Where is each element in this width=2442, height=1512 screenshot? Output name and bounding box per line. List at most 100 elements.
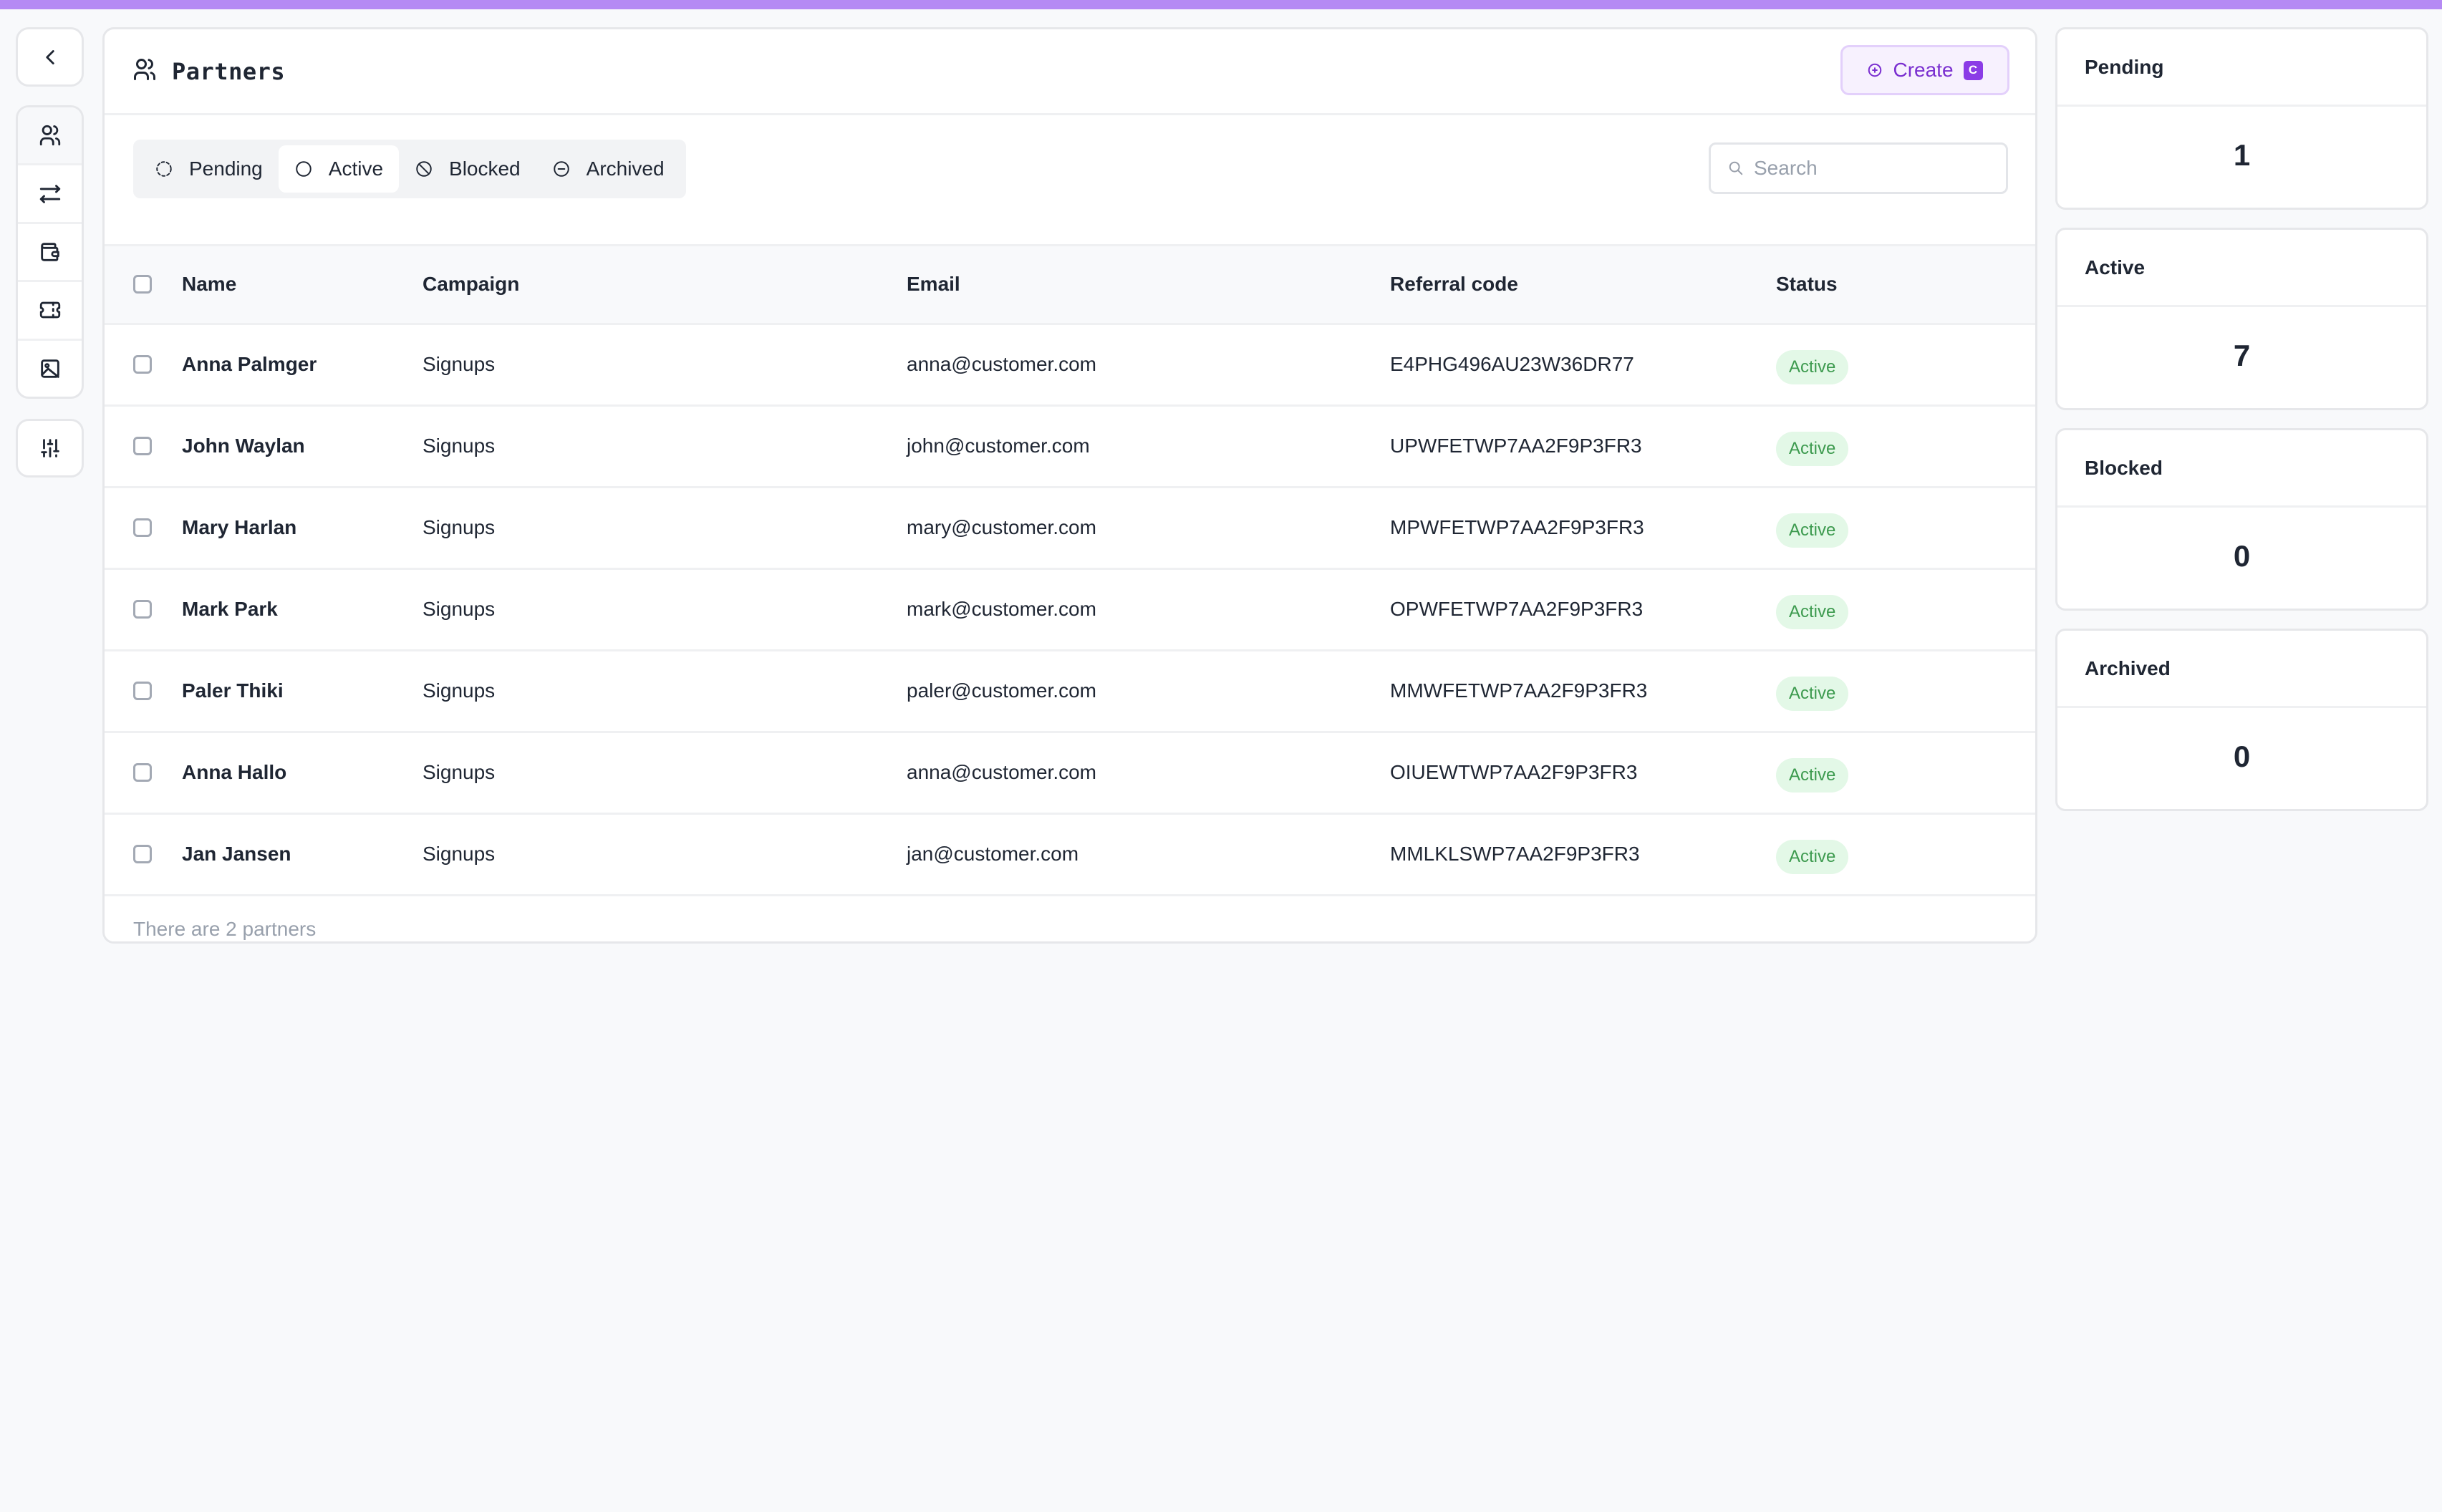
checkbox-cell	[105, 324, 182, 405]
status-badge: Active	[1776, 758, 1849, 793]
create-button-label: Create	[1893, 59, 1954, 81]
partner-campaign: Signups	[423, 679, 496, 702]
collapse-sidebar-button[interactable]	[16, 27, 84, 87]
table-header-row: Name Campaign Email Referral code Status	[105, 246, 2035, 324]
status-cell: Active	[1776, 568, 2035, 650]
partner-campaign: Signups	[423, 353, 496, 375]
partner-referral-code: E4PHG496AU23W36DR77	[1390, 353, 1634, 375]
partner-campaign: Signups	[423, 843, 496, 865]
column-header-campaign[interactable]: Campaign	[423, 246, 907, 324]
partner-email: anna@customer.com	[907, 761, 1096, 783]
ban-icon	[416, 161, 432, 177]
row-checkbox[interactable]	[133, 437, 152, 455]
row-checkbox[interactable]	[133, 355, 152, 374]
tab-archived[interactable]: Archived	[536, 145, 680, 193]
column-header-email[interactable]: Email	[907, 246, 1390, 324]
sidebar-settings-button[interactable]	[16, 419, 84, 478]
status-badge: Active	[1776, 677, 1849, 711]
toolbar: Pending Active Blocked Archived	[105, 115, 2035, 246]
column-header-name[interactable]: Name	[182, 246, 423, 324]
sidebar-nav	[16, 105, 84, 399]
partner-campaign: Signups	[423, 761, 496, 783]
partner-referral-code: MMLKLSWP7AA2F9P3FR3	[1390, 843, 1640, 865]
stat-value: 7	[2233, 339, 2251, 372]
sidebar-item-coupons[interactable]	[18, 282, 82, 341]
stat-card-blocked: Blocked 0	[2055, 428, 2428, 611]
partner-email: mary@customer.com	[907, 516, 1096, 538]
sidebar-item-wallet[interactable]	[18, 224, 82, 283]
select-all-checkbox[interactable]	[133, 275, 152, 294]
status-badge: Active	[1776, 432, 1849, 466]
partner-name: Paler Thiki	[182, 679, 284, 702]
partner-campaign: Signups	[423, 598, 496, 620]
table-row[interactable]: Mary Harlan Signups mary@customer.com MPWFE…	[105, 487, 2035, 568]
partner-name: Jan Jansen	[182, 843, 291, 865]
sidebar-item-assets[interactable]	[18, 341, 82, 397]
table-row[interactable]: John Waylan Signups john@customer.com UPWFE…	[105, 405, 2035, 487]
row-checkbox[interactable]	[133, 763, 152, 782]
tab-label: Pending	[189, 158, 263, 180]
checkbox-cell	[105, 650, 182, 732]
partner-referral-code: OPWFETWP7AA2F9P3FR3	[1390, 598, 1644, 620]
tab-active[interactable]: Active	[278, 145, 400, 193]
table-row[interactable]: Paler Thiki Signups paler@customer.com MMWF…	[105, 650, 2035, 732]
partners-table: Name Campaign Email Referral code Status…	[105, 246, 2035, 896]
tab-label: Active	[328, 158, 384, 180]
partner-email: mark@customer.com	[907, 598, 1096, 620]
stat-value: 0	[2233, 740, 2251, 773]
search-input[interactable]	[1754, 157, 1990, 180]
sidebar-item-partners[interactable]	[18, 107, 82, 166]
tab-pending[interactable]: Pending	[139, 145, 279, 193]
users-icon	[39, 125, 60, 146]
status-cell: Active	[1776, 487, 2035, 568]
row-checkbox[interactable]	[133, 600, 152, 619]
tab-blocked[interactable]: Blocked	[399, 145, 536, 193]
row-checkbox[interactable]	[133, 682, 152, 700]
stat-label: Blocked	[2057, 430, 2426, 508]
table-row[interactable]: Anna Palmger Signups anna@customer.com E4PH…	[105, 324, 2035, 405]
plus-circle-icon	[1868, 63, 1882, 77]
partner-name: Anna Hallo	[182, 761, 287, 783]
checkbox-cell	[105, 487, 182, 568]
row-checkbox[interactable]	[133, 518, 152, 537]
stat-label: Archived	[2057, 631, 2426, 708]
status-cell: Active	[1776, 813, 2035, 895]
partner-campaign: Signups	[423, 516, 496, 538]
tab-label: Blocked	[449, 158, 521, 180]
search-field[interactable]	[1709, 142, 2008, 194]
stat-value: 1	[2233, 138, 2251, 172]
stat-label: Pending	[2057, 29, 2426, 107]
status-badge: Active	[1776, 513, 1849, 548]
checkbox-cell	[105, 813, 182, 895]
stat-card-pending: Pending 1	[2055, 27, 2428, 210]
create-button[interactable]: Create C	[1840, 45, 2009, 95]
status-badge: Active	[1776, 350, 1849, 384]
arrows-left-right-icon	[39, 184, 60, 203]
circle-icon	[296, 161, 312, 177]
stat-card-archived: Archived 0	[2055, 629, 2428, 811]
tab-label: Archived	[586, 158, 665, 180]
partner-name: Mary Harlan	[182, 516, 297, 538]
partner-email: john@customer.com	[907, 435, 1090, 457]
partner-email: paler@customer.com	[907, 679, 1096, 702]
table-row[interactable]: Anna Hallo Signups anna@customer.com OIUEWT…	[105, 732, 2035, 813]
stat-value: 0	[2233, 539, 2251, 573]
stat-card-active: Active 7	[2055, 228, 2428, 410]
image-icon	[40, 359, 59, 378]
column-header-status[interactable]: Status	[1776, 246, 2035, 324]
ticket-icon	[39, 302, 60, 319]
partner-referral-code: MMWFETWP7AA2F9P3FR3	[1390, 679, 1648, 702]
partner-referral-code: UPWFETWP7AA2F9P3FR3	[1390, 435, 1642, 457]
sidebar-item-transactions[interactable]	[18, 165, 82, 224]
adjustments-icon	[40, 439, 59, 457]
wallet-icon	[40, 243, 59, 261]
status-cell: Active	[1776, 650, 2035, 732]
table-row[interactable]: Jan Jansen Signups jan@customer.com MMLKLSW…	[105, 813, 2035, 895]
checkbox-cell	[105, 405, 182, 487]
row-checkbox[interactable]	[133, 845, 152, 863]
table-footer-count: There are 2 partners	[133, 917, 317, 940]
circle-minus-icon	[553, 161, 569, 177]
partner-email: anna@customer.com	[907, 353, 1096, 375]
table-row[interactable]: Mark Park Signups mark@customer.com OPWFETW…	[105, 568, 2035, 650]
column-header-referral-code[interactable]: Referral code	[1390, 246, 1776, 324]
